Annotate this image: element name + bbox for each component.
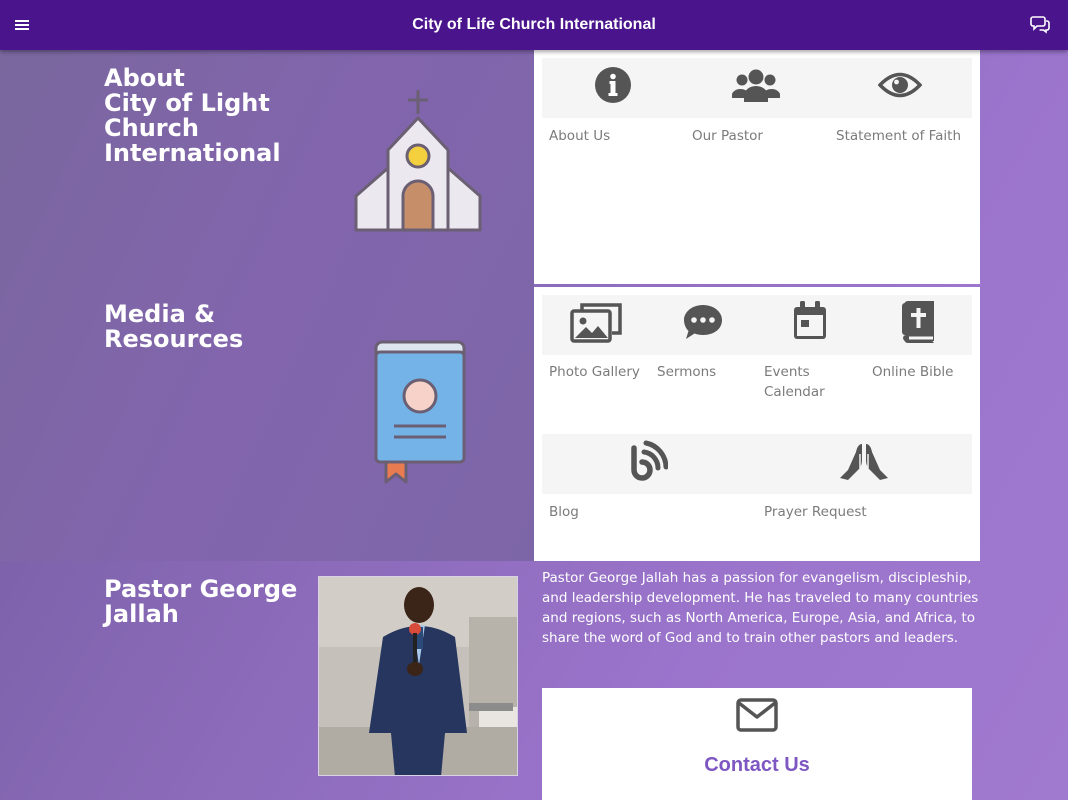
speech-bubble-icon[interactable]: [682, 303, 724, 341]
tile-photo-gallery[interactable]: Photo Gallery: [549, 362, 649, 382]
tile-our-pastor[interactable]: Our Pastor: [692, 126, 822, 146]
about-panel: About Us Our Pastor Statement of Faith: [534, 50, 980, 284]
hamburger-menu-icon[interactable]: [14, 17, 30, 33]
pastor-bio: Pastor George Jallah has a passion for e…: [542, 570, 979, 646]
pastor-photo: [318, 576, 518, 776]
eye-icon[interactable]: [878, 70, 922, 100]
tile-sermons[interactable]: Sermons: [657, 362, 757, 382]
tile-blog[interactable]: Blog: [549, 502, 649, 522]
church-illustration: [354, 90, 482, 232]
envelope-icon: [736, 698, 778, 732]
about-section-title: About City of Light Church International: [104, 64, 281, 167]
praying-hands-icon[interactable]: [838, 440, 890, 482]
info-circle-icon[interactable]: [594, 66, 632, 104]
chat-bubbles-icon[interactable]: [1030, 14, 1050, 34]
pastor-section-title: Pastor George Jallah: [104, 575, 298, 628]
contact-us-label: Contact Us: [704, 754, 810, 776]
bible-icon[interactable]: [900, 301, 936, 343]
photo-gallery-icon[interactable]: [570, 301, 622, 343]
media-section-title: Media & Resources: [104, 300, 244, 353]
app-title: City of Life Church International: [412, 16, 656, 33]
app-bar: City of Life Church International: [0, 0, 1068, 50]
media-icon-strip-2: [542, 434, 972, 494]
blog-feed-icon[interactable]: [628, 440, 668, 482]
contact-us-button[interactable]: Contact Us: [542, 688, 972, 800]
users-group-icon[interactable]: [732, 68, 780, 102]
calendar-icon[interactable]: [792, 301, 828, 341]
tile-prayer-request[interactable]: Prayer Request: [764, 502, 904, 522]
tile-about-us[interactable]: About Us: [549, 126, 679, 146]
pastor-photo-image: [319, 577, 517, 775]
tile-online-bible[interactable]: Online Bible: [872, 362, 972, 382]
media-panel: Photo Gallery Sermons Events Calendar On…: [534, 287, 980, 561]
tile-events-calendar[interactable]: Events Calendar: [764, 362, 864, 402]
tile-statement-of-faith[interactable]: Statement of Faith: [836, 126, 976, 146]
bible-book-illustration: [374, 340, 466, 484]
